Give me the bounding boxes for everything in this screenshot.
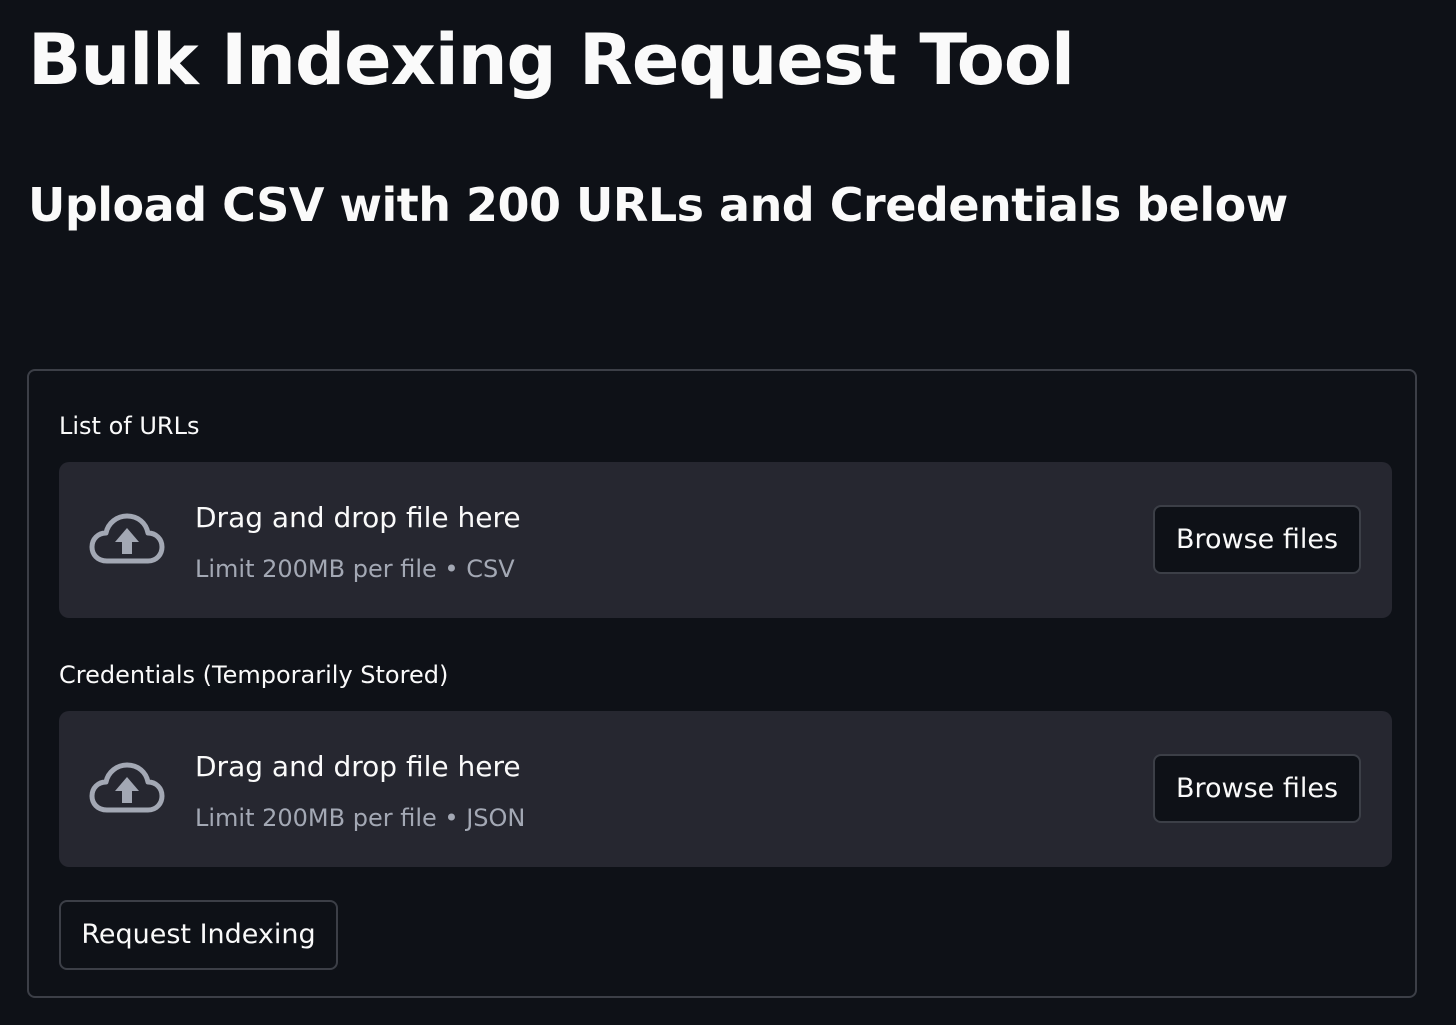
urls-browse-files-button[interactable]: Browse files: [1153, 505, 1361, 574]
request-indexing-button[interactable]: Request Indexing: [59, 900, 338, 970]
credentials-limit-text: Limit 200MB per file • JSON: [195, 804, 526, 832]
app-page: Bulk Indexing Request Tool Upload CSV wi…: [0, 0, 1456, 1025]
urls-limit-text: Limit 200MB per file • CSV: [195, 555, 515, 583]
urls-drop-title: Drag and drop file here: [195, 501, 521, 534]
urls-dropzone[interactable]: Drag and drop file here Limit 200MB per …: [59, 462, 1392, 618]
credentials-dropzone[interactable]: Drag and drop file here Limit 200MB per …: [59, 711, 1392, 867]
cloud-upload-icon: [89, 512, 165, 568]
cloud-upload-icon: [89, 761, 165, 817]
page-subtitle: Upload CSV with 200 URLs and Credentials…: [28, 178, 1288, 232]
page-title: Bulk Indexing Request Tool: [28, 19, 1075, 101]
urls-uploader-label: List of URLs: [59, 412, 200, 440]
credentials-drop-title: Drag and drop file here: [195, 750, 521, 783]
credentials-uploader-label: Credentials (Temporarily Stored): [59, 661, 449, 689]
credentials-browse-files-button[interactable]: Browse files: [1153, 754, 1361, 823]
upload-form: List of URLs Drag and drop file here Lim…: [27, 369, 1417, 998]
